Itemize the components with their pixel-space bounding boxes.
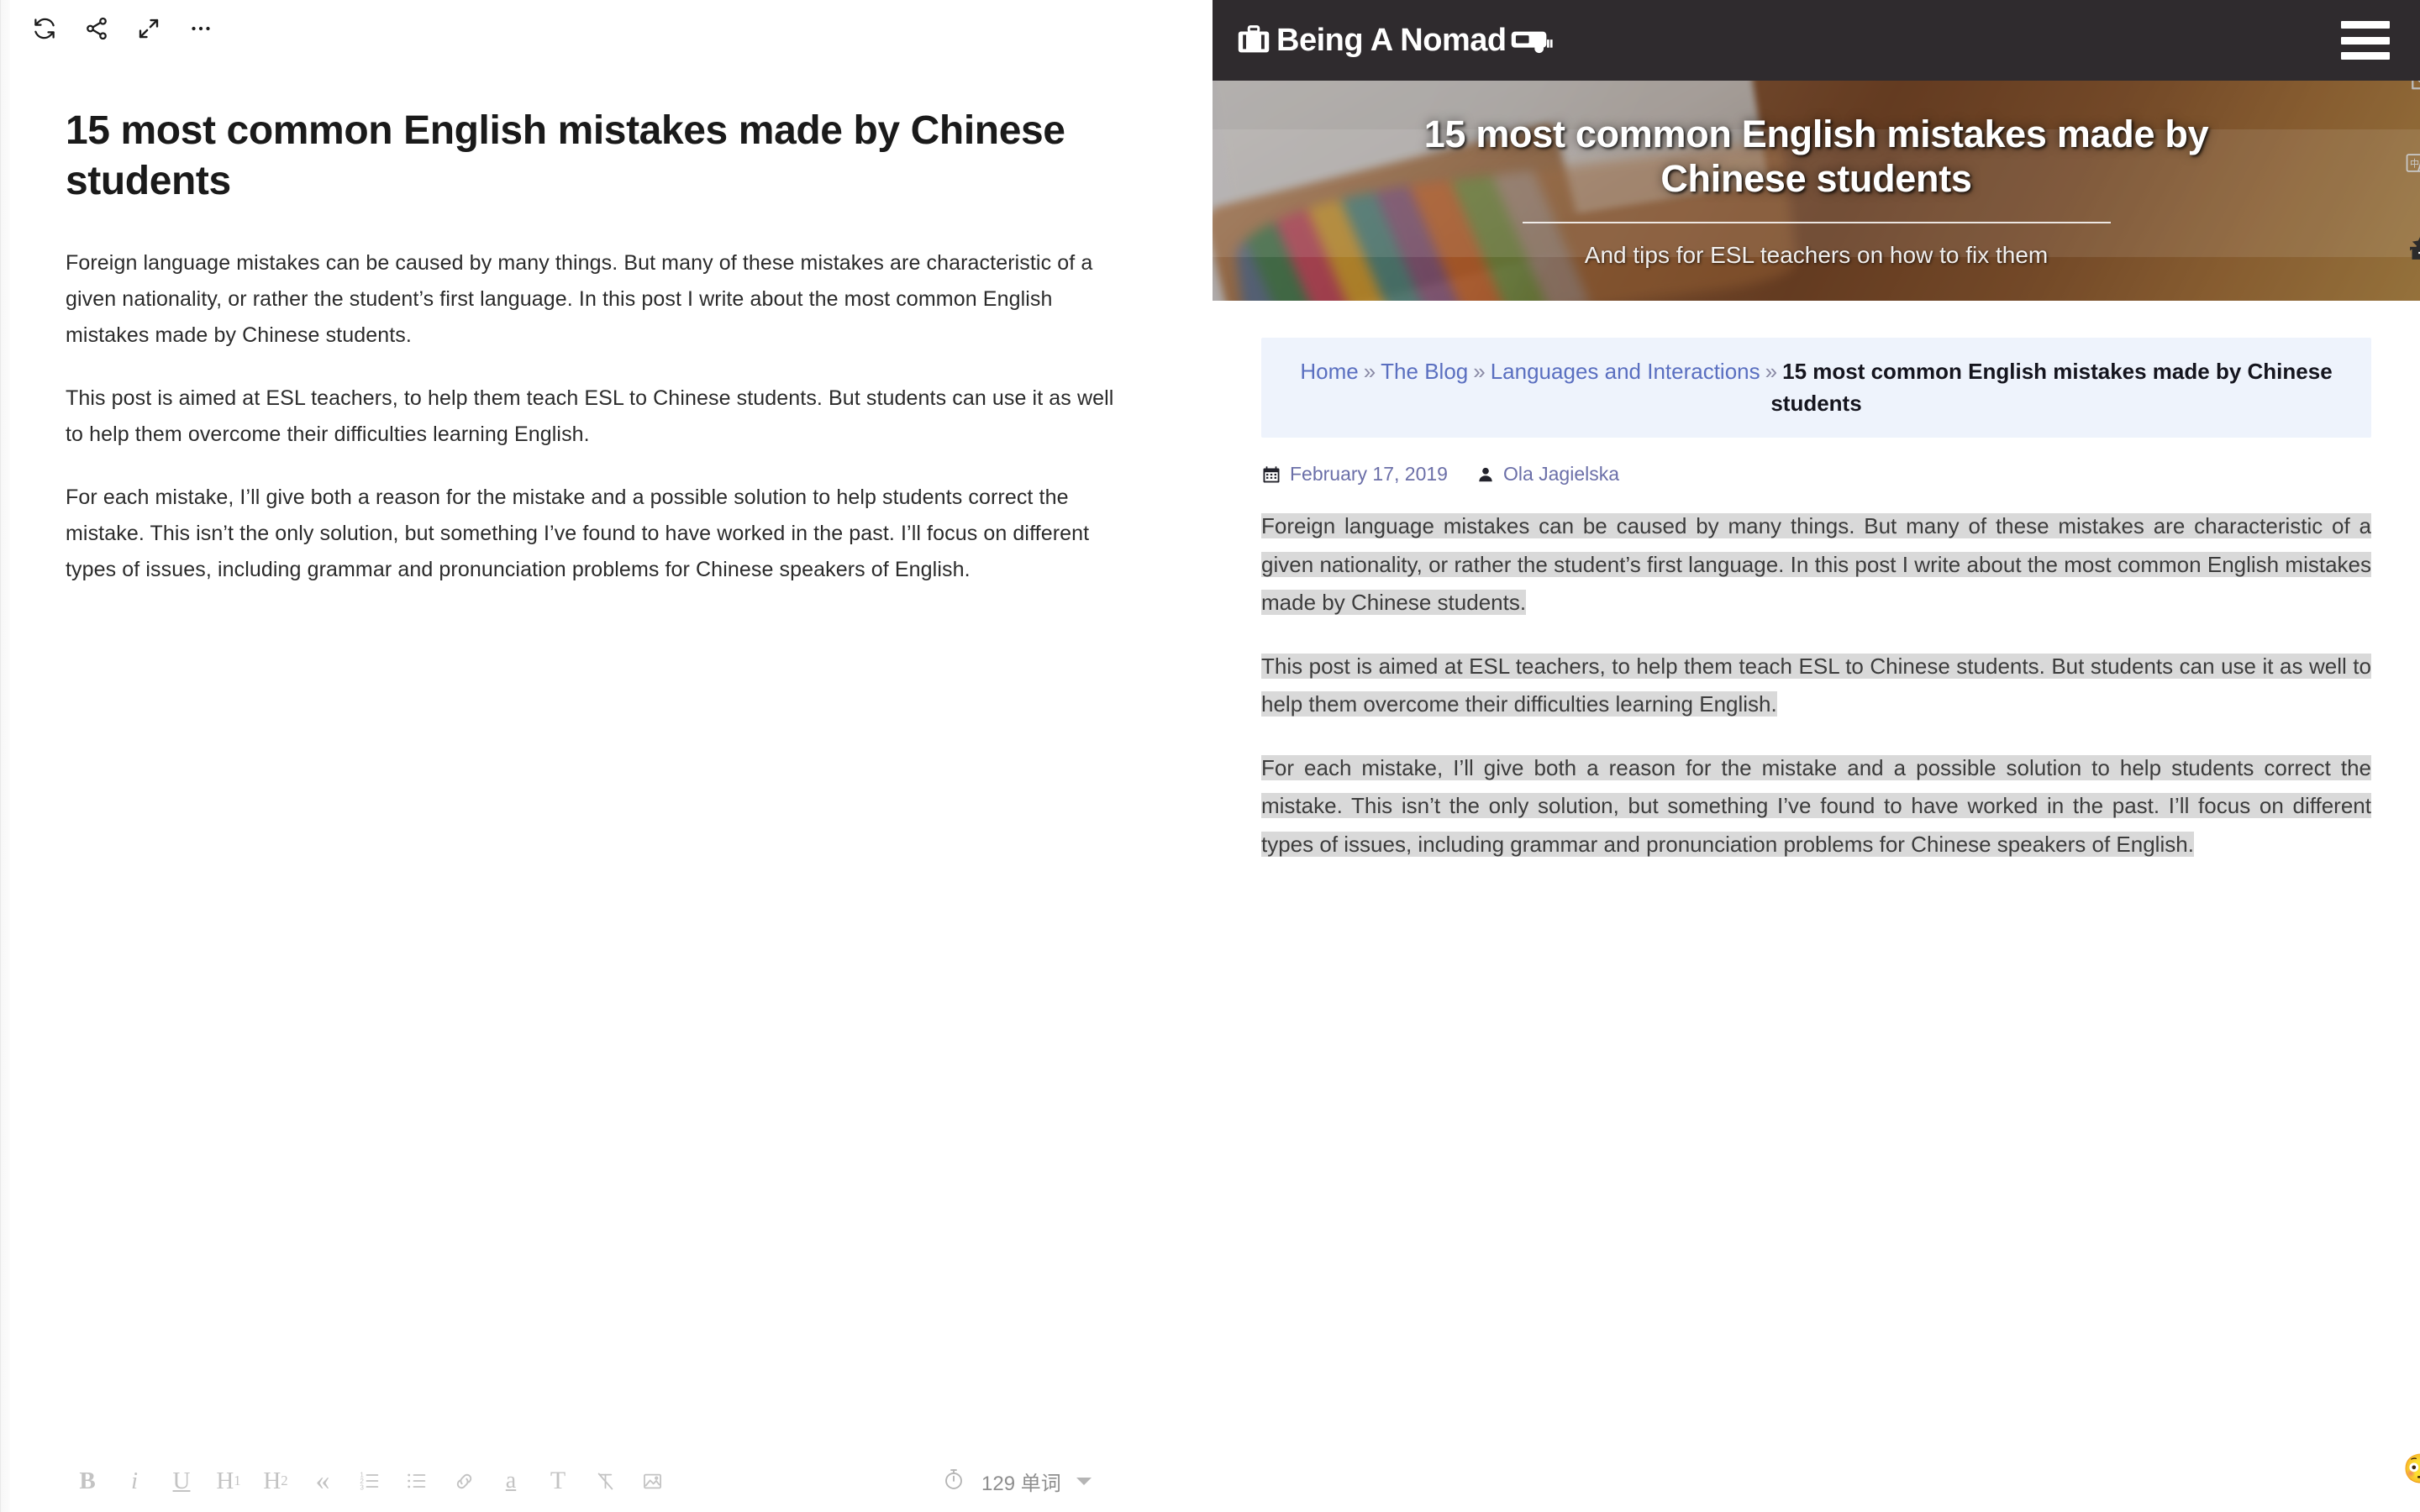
site-logo[interactable]: Being A Nomad: [1234, 20, 1554, 60]
hero-text-block: 15 most common English mistakes made by …: [1213, 81, 2420, 301]
hero-divider: [1522, 221, 2111, 223]
breadcrumb-separator: »: [1363, 359, 1376, 384]
editor-paragraph[interactable]: For each mistake, I’ll give both a reaso…: [66, 480, 1116, 588]
link-icon[interactable]: [440, 1459, 487, 1503]
word-count-label: 129 单词: [981, 1472, 1061, 1495]
site-header: Being A Nomad: [1213, 0, 2420, 81]
preview-webpage: Being A Nomad 15 most common English mis…: [1213, 0, 2420, 1512]
breadcrumb-separator: »: [1473, 359, 1486, 384]
breadcrumb-item-languages-and-interactions[interactable]: Languages and Interactions: [1491, 359, 1760, 384]
emoji-badge[interactable]: 😳: [2403, 1455, 2420, 1483]
breadcrumb-item-home[interactable]: Home: [1300, 359, 1358, 384]
editor-left-rail: [0, 0, 10, 1512]
underline-icon[interactable]: U: [158, 1459, 205, 1503]
text-style-icon[interactable]: T: [534, 1459, 581, 1503]
breadcrumb-separator: »: [1765, 359, 1778, 384]
post-content: Home» The Blog» Languages and Interactions…: [1213, 301, 2420, 864]
breadcrumb-item-the-blog[interactable]: The Blog: [1381, 359, 1468, 384]
selected-text: This post is aimed at ESL teachers, to h…: [1261, 653, 2371, 717]
post-date[interactable]: February 17, 2019: [1290, 463, 1448, 486]
fullscreen-icon[interactable]: [123, 3, 175, 55]
editor-pane: 15 most common English mistakes made by …: [0, 0, 1213, 1512]
highlight-icon[interactable]: a: [487, 1459, 534, 1503]
editor-paragraph[interactable]: This post is aimed at ESL teachers, to h…: [66, 381, 1116, 453]
hero-subtitle: And tips for ESL teachers on how to fix …: [1584, 241, 2049, 268]
editor-document[interactable]: 15 most common English mistakes made by …: [0, 57, 1213, 1450]
site-logo-text: Being A Nomad: [1276, 22, 1507, 58]
hero-title: 15 most common English mistakes made by …: [1423, 113, 2209, 200]
editor-format-toolbar: B i U H1 H2 « 1 2 3 a T 129 单词: [0, 1450, 1213, 1512]
clear-format-icon[interactable]: [581, 1459, 629, 1503]
chevron-down-icon[interactable]: [1076, 1477, 1092, 1485]
caravan-icon: [1511, 31, 1553, 54]
bold-icon[interactable]: B: [64, 1459, 111, 1503]
post-meta: February 17, 2019 Ola Jagielska: [1261, 463, 2371, 486]
preview-paragraph: Foreign language mistakes can be caused …: [1261, 507, 2371, 622]
selected-text: Foreign language mistakes can be caused …: [1261, 513, 2371, 616]
preview-pane: Being A Nomad 15 most common English mis…: [1213, 0, 2420, 1512]
document-title[interactable]: 15 most common English mistakes made by …: [66, 106, 1082, 207]
insert-image-icon[interactable]: [629, 1459, 676, 1503]
suitcase-icon: [1238, 25, 1270, 53]
ordered-list-icon[interactable]: 1 2 3: [346, 1459, 393, 1503]
editor-paragraph[interactable]: Foreign language mistakes can be caused …: [66, 245, 1116, 354]
italic-icon[interactable]: i: [111, 1459, 158, 1503]
more-options-icon[interactable]: [175, 3, 227, 55]
blockquote-icon[interactable]: «: [299, 1459, 346, 1503]
preview-paragraph: This post is aimed at ESL teachers, to h…: [1261, 648, 2371, 724]
preview-paragraph: For each mistake, I’ll give both a reaso…: [1261, 749, 2371, 864]
post-author[interactable]: Ola Jagielska: [1503, 463, 1619, 486]
hamburger-menu-icon[interactable]: [2341, 21, 2390, 60]
heading-2-icon[interactable]: H2: [252, 1459, 299, 1503]
format-icon-group: B i U H1 H2 « 1 2 3 a T: [64, 1459, 676, 1503]
hero-banner: 15 most common English mistakes made by …: [1213, 81, 2420, 301]
breadcrumb-item-current: 15 most common English mistakes made by …: [1770, 359, 2333, 416]
stopwatch-icon: [941, 1467, 966, 1496]
editor-toolbar: [0, 0, 1213, 57]
calendar-icon: [1261, 465, 1281, 485]
heading-1-icon[interactable]: H1: [205, 1459, 252, 1503]
breadcrumb: Home» The Blog» Languages and Interactions…: [1261, 338, 2371, 438]
app-root: 15 most common English mistakes made by …: [0, 0, 2420, 1512]
user-icon: [1476, 465, 1495, 484]
selected-text: For each mistake, I’ll give both a reaso…: [1261, 754, 2371, 857]
svg-text:3: 3: [360, 1484, 364, 1492]
word-count-control[interactable]: 129 单词: [941, 1467, 1092, 1496]
unordered-list-icon[interactable]: [393, 1459, 440, 1503]
share-icon[interactable]: [71, 3, 123, 55]
refresh-icon[interactable]: [18, 3, 71, 55]
